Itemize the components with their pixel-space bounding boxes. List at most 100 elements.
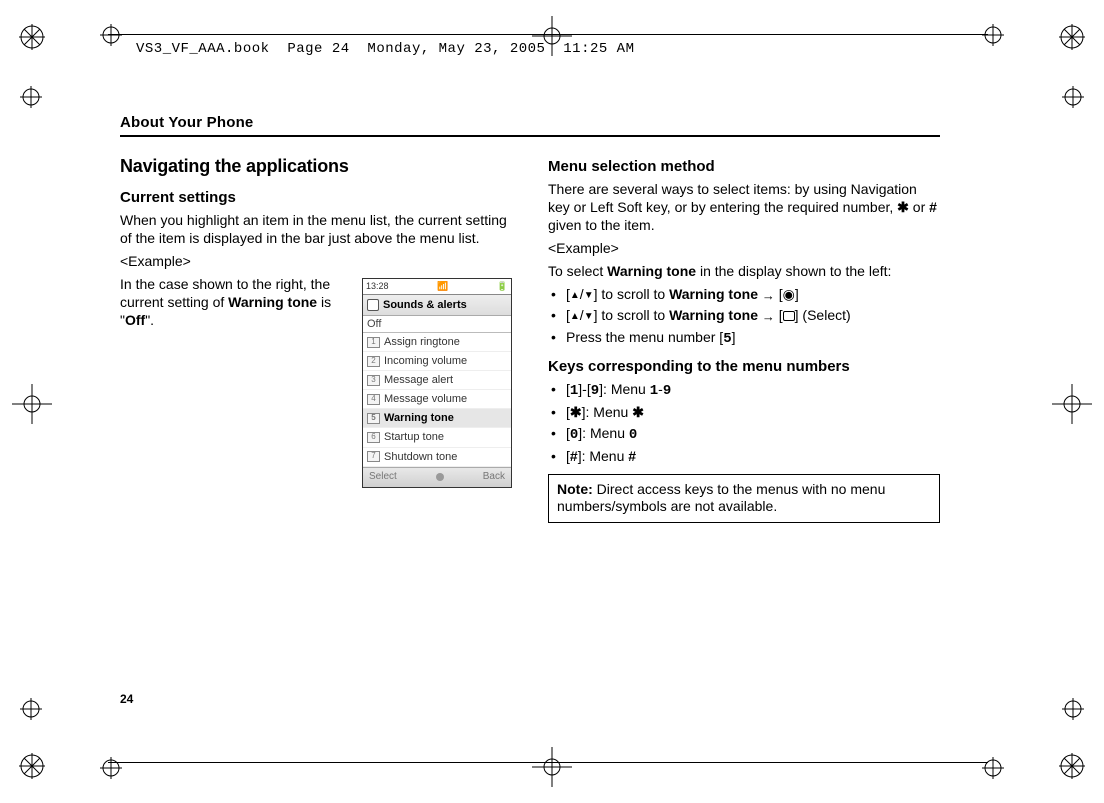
sounds-icon <box>367 299 379 311</box>
phone-title-bar: Sounds & alerts <box>363 295 511 316</box>
menu-number-icon: 6 <box>367 432 380 443</box>
left-subheading: Current settings <box>120 188 512 207</box>
right-subheading-a: Menu selection method <box>548 157 940 176</box>
reg-side-mark <box>100 757 122 779</box>
bullet-item: [#]: Menu # <box>548 448 940 466</box>
reg-side-mark <box>20 698 42 720</box>
note-text: Direct access keys to the menus with no … <box>557 481 885 515</box>
down-triangle-icon: ▼ <box>584 311 594 324</box>
left-p1: When you highlight an item in the menu l… <box>120 212 512 248</box>
note-box: Note: Direct access keys to the menus wi… <box>548 474 940 523</box>
text: ] to scroll to <box>594 307 669 323</box>
key-number: 0 <box>629 427 637 443</box>
key-number: 5 <box>723 331 731 347</box>
text: ]: Menu <box>578 425 629 441</box>
text: (Select) <box>799 307 851 323</box>
phone-screenshot: 13:28 📶 🔋 Sounds & alerts Off 1 Assign ri… <box>362 278 512 489</box>
reg-side-mark <box>1062 86 1084 108</box>
bullet-item: [✱]: Menu ✱ <box>548 404 940 422</box>
text: in the display shown to the left: <box>696 263 891 279</box>
menu-number-icon: 5 <box>367 413 380 424</box>
menu-item-label: Assign ringtone <box>384 335 460 349</box>
right-p2: <Example> <box>548 240 940 258</box>
menu-item-label: Warning tone <box>384 411 454 425</box>
key-number: 1 <box>570 383 578 399</box>
menu-number-icon: 4 <box>367 394 380 405</box>
reg-center-mark <box>532 747 572 787</box>
up-triangle-icon: ▲ <box>570 290 580 303</box>
up-triangle-icon: ▲ <box>570 311 580 324</box>
text-bold: Warning tone <box>228 294 317 310</box>
menu-item-label: Shutdown tone <box>384 450 457 464</box>
menu-number-icon: 3 <box>367 375 380 386</box>
reg-mark-top-left <box>17 22 47 52</box>
left-heading: Navigating the applications <box>120 155 512 178</box>
reg-side-mark <box>1062 698 1084 720</box>
right-column: Menu selection method There are several … <box>548 155 940 523</box>
footer-rule <box>108 762 988 763</box>
text-bold: Warning tone <box>669 286 758 302</box>
bullet-item: [0]: Menu 0 <box>548 425 940 445</box>
text-bold: Warning tone <box>669 307 758 323</box>
phone-menu-item: 7 Shutdown tone <box>363 448 511 467</box>
phone-time: 13:28 <box>366 281 389 293</box>
reg-center-mark <box>1052 384 1092 424</box>
key-number: 1 <box>650 383 658 399</box>
center-key-icon: ◉ <box>783 286 795 302</box>
hash-icon: # <box>929 199 937 215</box>
star-icon: ✱ <box>897 199 909 215</box>
left-column: Navigating the applications Current sett… <box>120 155 512 523</box>
reg-side-mark <box>982 757 1004 779</box>
reg-side-mark <box>982 24 1004 46</box>
menu-number-icon: 1 <box>367 337 380 348</box>
right-p1: There are several ways to select items: … <box>548 181 940 235</box>
phone-menu-item: 6 Startup tone <box>363 428 511 447</box>
bullet-list: [▲/▼] to scroll to Warning tone → [◉] [▲… <box>548 286 940 349</box>
phone-softkey-left: Select <box>369 471 397 484</box>
text: Press the menu number [ <box>566 329 723 345</box>
text: To select <box>548 263 607 279</box>
reg-mark-bottom-left <box>17 751 47 781</box>
text-bold: Off <box>125 312 145 328</box>
menu-item-label: Message alert <box>384 373 453 387</box>
page: VS3_VF_AAA.book Page 24 Monday, May 23, … <box>0 0 1104 803</box>
text-bold: Warning tone <box>607 263 696 279</box>
right-p3: To select Warning tone in the display sh… <box>548 263 940 281</box>
phone-status-bar: 13:28 📶 🔋 <box>363 279 511 295</box>
body: About Your Phone Navigating the applicat… <box>120 114 940 523</box>
text: ] to scroll to <box>594 286 669 302</box>
text: There are several ways to select items: … <box>548 181 917 215</box>
reg-center-mark <box>12 384 52 424</box>
bullet-item: Press the menu number [5] <box>548 329 940 349</box>
menu-item-label: Startup tone <box>384 430 444 444</box>
arrow-right-icon: → <box>762 288 775 305</box>
text: or <box>909 199 929 215</box>
phone-menu-item: 2Incoming volume <box>363 352 511 371</box>
softkey-icon <box>783 311 795 321</box>
bullet-item: [▲/▼] to scroll to Warning tone → [] (Se… <box>548 307 940 326</box>
signal-icon: 📶 <box>437 281 448 293</box>
phone-menu-item: 1 Assign ringtone <box>363 333 511 352</box>
phone-menu-item-selected: 5 Warning tone <box>363 409 511 428</box>
hash-icon: # <box>570 448 578 464</box>
left-p3: In the case shown to the right, the curr… <box>120 276 348 330</box>
text: ]: Menu <box>582 404 633 420</box>
phone-softkey-right: Back <box>483 471 505 484</box>
star-icon: ✱ <box>632 404 644 420</box>
hash-icon: # <box>628 448 636 464</box>
section-title: About Your Phone <box>120 114 940 137</box>
header-rule <box>108 34 988 35</box>
menu-number-icon: 7 <box>367 451 380 462</box>
phone-menu-item: 3 Message alert <box>363 371 511 390</box>
text: ]: Menu <box>578 448 629 464</box>
bullet-list-keys: [1]-[9]: Menu 1-9 [✱]: Menu ✱ [0]: Menu … <box>548 381 940 466</box>
phone-title: Sounds & alerts <box>383 298 467 312</box>
key-number: 9 <box>591 383 599 399</box>
menu-item-label: Message volume <box>384 392 467 406</box>
phone-softkey-bar: Select Back <box>363 467 511 488</box>
right-subheading-b: Keys corresponding to the menu numbers <box>548 357 940 376</box>
reg-mark-bottom-right <box>1057 751 1087 781</box>
down-triangle-icon: ▼ <box>584 290 594 303</box>
menu-item-label: Incoming volume <box>384 354 467 368</box>
phone-current-setting: Off <box>363 316 511 333</box>
